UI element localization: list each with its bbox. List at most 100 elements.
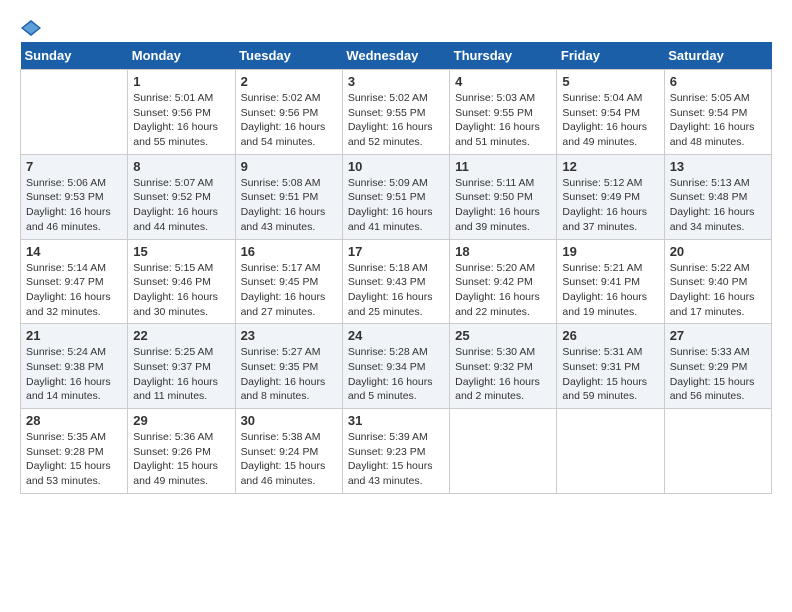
day-info: Sunrise: 5:04 AMSunset: 9:54 PMDaylight:… xyxy=(562,91,658,150)
day-cell: 31 Sunrise: 5:39 AMSunset: 9:23 PMDayligh… xyxy=(342,409,449,494)
day-number: 12 xyxy=(562,159,658,174)
logo-icon xyxy=(21,20,41,36)
day-cell: 10 Sunrise: 5:09 AMSunset: 9:51 PMDayligh… xyxy=(342,154,449,239)
day-info: Sunrise: 5:11 AMSunset: 9:50 PMDaylight:… xyxy=(455,176,551,235)
column-header-sunday: Sunday xyxy=(21,42,128,70)
page-header xyxy=(20,20,772,32)
day-cell: 24 Sunrise: 5:28 AMSunset: 9:34 PMDayligh… xyxy=(342,324,449,409)
day-cell: 8 Sunrise: 5:07 AMSunset: 9:52 PMDaylight… xyxy=(128,154,235,239)
day-cell: 30 Sunrise: 5:38 AMSunset: 9:24 PMDayligh… xyxy=(235,409,342,494)
day-number: 7 xyxy=(26,159,122,174)
day-number: 31 xyxy=(348,413,444,428)
day-cell: 21 Sunrise: 5:24 AMSunset: 9:38 PMDayligh… xyxy=(21,324,128,409)
day-info: Sunrise: 5:31 AMSunset: 9:31 PMDaylight:… xyxy=(562,345,658,404)
day-info: Sunrise: 5:05 AMSunset: 9:54 PMDaylight:… xyxy=(670,91,766,150)
day-cell: 16 Sunrise: 5:17 AMSunset: 9:45 PMDayligh… xyxy=(235,239,342,324)
day-number: 30 xyxy=(241,413,337,428)
day-info: Sunrise: 5:14 AMSunset: 9:47 PMDaylight:… xyxy=(26,261,122,320)
week-row-5: 28 Sunrise: 5:35 AMSunset: 9:28 PMDayligh… xyxy=(21,409,772,494)
day-number: 6 xyxy=(670,74,766,89)
day-number: 8 xyxy=(133,159,229,174)
day-number: 27 xyxy=(670,328,766,343)
day-info: Sunrise: 5:28 AMSunset: 9:34 PMDaylight:… xyxy=(348,345,444,404)
day-number: 19 xyxy=(562,244,658,259)
column-header-thursday: Thursday xyxy=(450,42,557,70)
column-header-wednesday: Wednesday xyxy=(342,42,449,70)
day-number: 18 xyxy=(455,244,551,259)
day-info: Sunrise: 5:12 AMSunset: 9:49 PMDaylight:… xyxy=(562,176,658,235)
day-number: 16 xyxy=(241,244,337,259)
day-info: Sunrise: 5:06 AMSunset: 9:53 PMDaylight:… xyxy=(26,176,122,235)
day-number: 21 xyxy=(26,328,122,343)
day-info: Sunrise: 5:18 AMSunset: 9:43 PMDaylight:… xyxy=(348,261,444,320)
day-cell: 12 Sunrise: 5:12 AMSunset: 9:49 PMDayligh… xyxy=(557,154,664,239)
day-cell: 2Sunrise: 5:02 AMSunset: 9:56 PMDaylight… xyxy=(235,70,342,155)
day-number: 29 xyxy=(133,413,229,428)
day-cell: 7 Sunrise: 5:06 AMSunset: 9:53 PMDaylight… xyxy=(21,154,128,239)
day-info: Sunrise: 5:20 AMSunset: 9:42 PMDaylight:… xyxy=(455,261,551,320)
day-cell: 28 Sunrise: 5:35 AMSunset: 9:28 PMDayligh… xyxy=(21,409,128,494)
day-cell: 6 Sunrise: 5:05 AMSunset: 9:54 PMDaylight… xyxy=(664,70,771,155)
day-number: 11 xyxy=(455,159,551,174)
logo xyxy=(20,20,42,32)
day-number: 17 xyxy=(348,244,444,259)
day-number: 15 xyxy=(133,244,229,259)
day-info: Sunrise: 5:22 AMSunset: 9:40 PMDaylight:… xyxy=(670,261,766,320)
day-number: 13 xyxy=(670,159,766,174)
day-info: Sunrise: 5:02 AMSunset: 9:55 PMDaylight:… xyxy=(348,91,444,150)
column-header-tuesday: Tuesday xyxy=(235,42,342,70)
day-number: 24 xyxy=(348,328,444,343)
day-info: Sunrise: 5:21 AMSunset: 9:41 PMDaylight:… xyxy=(562,261,658,320)
day-cell: 26 Sunrise: 5:31 AMSunset: 9:31 PMDayligh… xyxy=(557,324,664,409)
day-cell: 13 Sunrise: 5:13 AMSunset: 9:48 PMDayligh… xyxy=(664,154,771,239)
column-header-friday: Friday xyxy=(557,42,664,70)
week-row-1: 1Sunrise: 5:01 AMSunset: 9:56 PMDaylight… xyxy=(21,70,772,155)
calendar-header-row: SundayMondayTuesdayWednesdayThursdayFrid… xyxy=(21,42,772,70)
day-cell xyxy=(21,70,128,155)
day-info: Sunrise: 5:39 AMSunset: 9:23 PMDaylight:… xyxy=(348,430,444,489)
day-cell: 1Sunrise: 5:01 AMSunset: 9:56 PMDaylight… xyxy=(128,70,235,155)
day-cell: 4Sunrise: 5:03 AMSunset: 9:55 PMDaylight… xyxy=(450,70,557,155)
day-cell: 19 Sunrise: 5:21 AMSunset: 9:41 PMDayligh… xyxy=(557,239,664,324)
day-info: Sunrise: 5:15 AMSunset: 9:46 PMDaylight:… xyxy=(133,261,229,320)
day-number: 22 xyxy=(133,328,229,343)
week-row-3: 14Sunrise: 5:14 AMSunset: 9:47 PMDayligh… xyxy=(21,239,772,324)
day-number: 10 xyxy=(348,159,444,174)
day-info: Sunrise: 5:24 AMSunset: 9:38 PMDaylight:… xyxy=(26,345,122,404)
day-cell: 3Sunrise: 5:02 AMSunset: 9:55 PMDaylight… xyxy=(342,70,449,155)
day-info: Sunrise: 5:33 AMSunset: 9:29 PMDaylight:… xyxy=(670,345,766,404)
day-cell: 23 Sunrise: 5:27 AMSunset: 9:35 PMDayligh… xyxy=(235,324,342,409)
day-info: Sunrise: 5:38 AMSunset: 9:24 PMDaylight:… xyxy=(241,430,337,489)
day-info: Sunrise: 5:03 AMSunset: 9:55 PMDaylight:… xyxy=(455,91,551,150)
calendar-table: SundayMondayTuesdayWednesdayThursdayFrid… xyxy=(20,42,772,494)
day-cell: 9Sunrise: 5:08 AMSunset: 9:51 PMDaylight… xyxy=(235,154,342,239)
day-info: Sunrise: 5:09 AMSunset: 9:51 PMDaylight:… xyxy=(348,176,444,235)
day-cell: 25Sunrise: 5:30 AMSunset: 9:32 PMDayligh… xyxy=(450,324,557,409)
day-info: Sunrise: 5:27 AMSunset: 9:35 PMDaylight:… xyxy=(241,345,337,404)
day-cell: 27 Sunrise: 5:33 AMSunset: 9:29 PMDayligh… xyxy=(664,324,771,409)
day-cell: 20Sunrise: 5:22 AMSunset: 9:40 PMDayligh… xyxy=(664,239,771,324)
day-number: 25 xyxy=(455,328,551,343)
day-info: Sunrise: 5:17 AMSunset: 9:45 PMDaylight:… xyxy=(241,261,337,320)
day-cell: 17 Sunrise: 5:18 AMSunset: 9:43 PMDayligh… xyxy=(342,239,449,324)
day-info: Sunrise: 5:07 AMSunset: 9:52 PMDaylight:… xyxy=(133,176,229,235)
day-info: Sunrise: 5:36 AMSunset: 9:26 PMDaylight:… xyxy=(133,430,229,489)
column-header-monday: Monday xyxy=(128,42,235,70)
day-cell: 29 Sunrise: 5:36 AMSunset: 9:26 PMDayligh… xyxy=(128,409,235,494)
day-info: Sunrise: 5:35 AMSunset: 9:28 PMDaylight:… xyxy=(26,430,122,489)
week-row-2: 7 Sunrise: 5:06 AMSunset: 9:53 PMDaylight… xyxy=(21,154,772,239)
day-info: Sunrise: 5:13 AMSunset: 9:48 PMDaylight:… xyxy=(670,176,766,235)
day-cell: 15 Sunrise: 5:15 AMSunset: 9:46 PMDayligh… xyxy=(128,239,235,324)
column-header-saturday: Saturday xyxy=(664,42,771,70)
day-number: 23 xyxy=(241,328,337,343)
day-number: 2 xyxy=(241,74,337,89)
day-info: Sunrise: 5:25 AMSunset: 9:37 PMDaylight:… xyxy=(133,345,229,404)
day-cell xyxy=(557,409,664,494)
day-number: 1 xyxy=(133,74,229,89)
day-cell: 14Sunrise: 5:14 AMSunset: 9:47 PMDayligh… xyxy=(21,239,128,324)
day-cell: 18 Sunrise: 5:20 AMSunset: 9:42 PMDayligh… xyxy=(450,239,557,324)
day-cell xyxy=(450,409,557,494)
week-row-4: 21 Sunrise: 5:24 AMSunset: 9:38 PMDayligh… xyxy=(21,324,772,409)
day-number: 28 xyxy=(26,413,122,428)
day-number: 26 xyxy=(562,328,658,343)
